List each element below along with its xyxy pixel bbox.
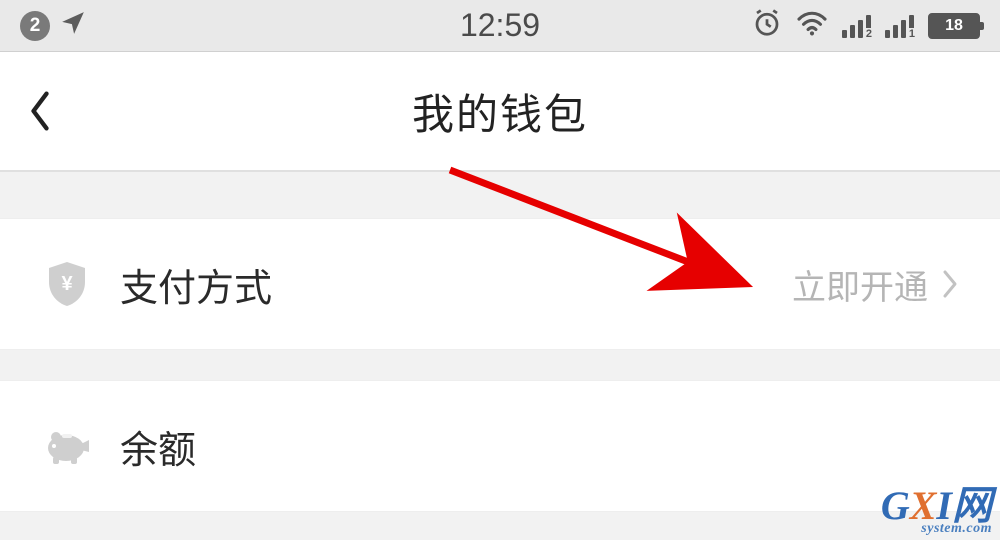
piggy-bank-icon bbox=[42, 426, 92, 466]
list-item-action-text: 立即开通 bbox=[792, 260, 928, 309]
signal-sim2-icon: 2 bbox=[842, 14, 871, 38]
status-right: 2 1 18 bbox=[752, 8, 980, 43]
list-item-balance[interactable]: 余额 bbox=[0, 380, 1000, 512]
page-title: 我的钱包 bbox=[412, 81, 588, 142]
back-button[interactable] bbox=[0, 52, 80, 170]
list-item-label: 支付方式 bbox=[120, 257, 272, 312]
wifi-icon bbox=[796, 10, 828, 41]
battery-icon: 18 bbox=[928, 13, 980, 39]
shield-yen-icon: ¥ bbox=[42, 260, 92, 308]
chevron-left-icon bbox=[27, 89, 53, 133]
list-item-payment-method[interactable]: ¥ 支付方式 立即开通 bbox=[0, 218, 1000, 350]
list-item-label: 余额 bbox=[120, 419, 196, 474]
signal-sim1-icon: 1 bbox=[885, 14, 914, 38]
nav-bar: 我的钱包 bbox=[0, 52, 1000, 172]
chevron-right-icon bbox=[942, 269, 958, 299]
alarm-icon bbox=[752, 8, 782, 43]
section-gap bbox=[0, 350, 1000, 380]
status-left: 2 bbox=[20, 10, 86, 41]
notification-badge: 2 bbox=[20, 11, 50, 41]
section-gap bbox=[0, 172, 1000, 218]
svg-text:¥: ¥ bbox=[61, 273, 73, 295]
status-bar: 2 12:59 2 1 18 bbox=[0, 0, 1000, 52]
clock: 12:59 bbox=[460, 7, 540, 44]
location-icon bbox=[60, 10, 86, 41]
